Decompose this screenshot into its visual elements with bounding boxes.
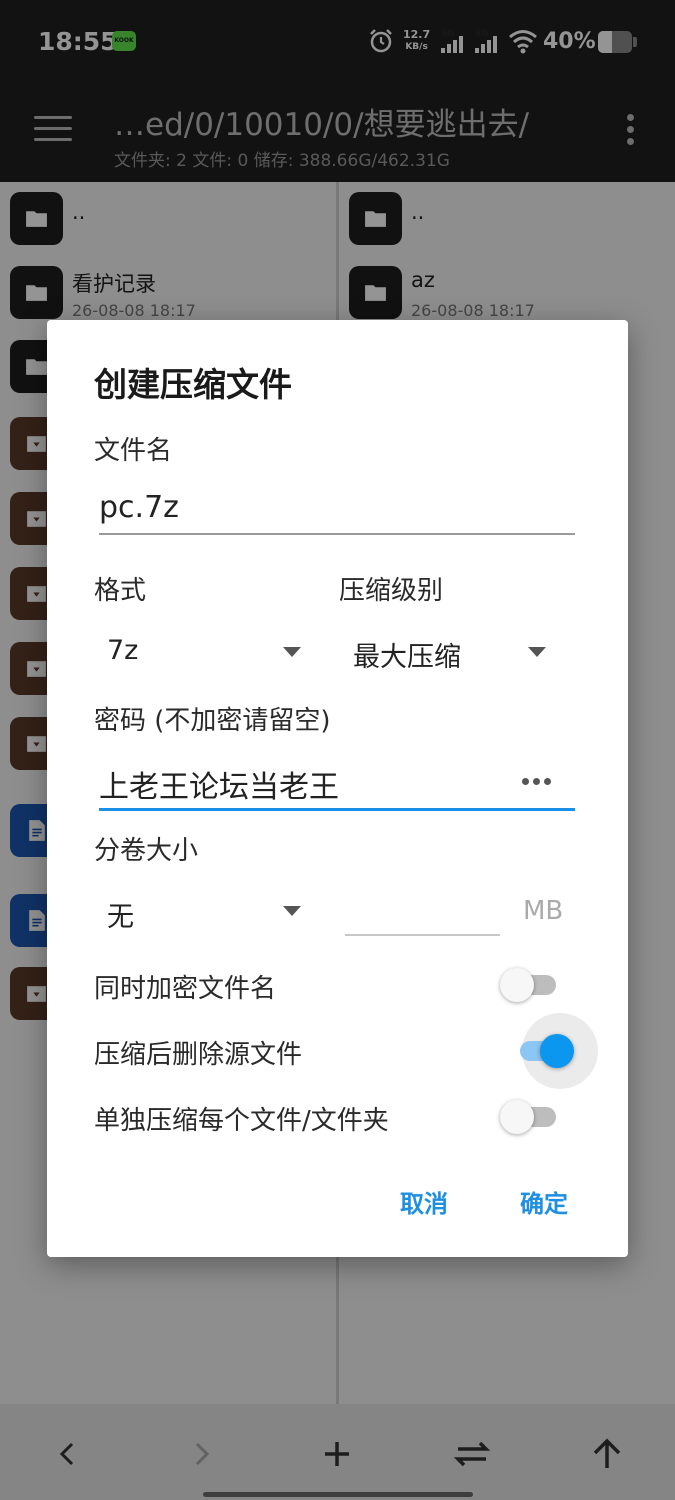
option-label: 压缩后删除源文件	[94, 1040, 303, 1070]
dialog-title: 创建压缩文件	[94, 365, 292, 404]
filename-label: 文件名	[94, 436, 173, 466]
more-horiz-icon[interactable]	[522, 778, 551, 785]
volume-size-label: 分卷大小	[94, 836, 199, 866]
chevron-down-icon	[283, 647, 301, 657]
compression-level-label: 压缩级别	[339, 576, 444, 606]
chevron-down-icon	[528, 647, 546, 657]
create-archive-dialog: 创建压缩文件 文件名 pc.7z 格式 压缩级别 7z 最大压缩 密码 (不加密…	[47, 320, 628, 1257]
password-label: 密码 (不加密请留空)	[94, 706, 331, 736]
format-label: 格式	[94, 576, 147, 606]
cancel-button[interactable]: 取消	[400, 1184, 448, 1219]
chevron-down-icon	[283, 906, 301, 916]
encrypt-filenames-toggle[interactable]	[500, 964, 564, 1004]
volume-size-input[interactable]	[347, 895, 497, 931]
option-label: 同时加密文件名	[94, 974, 277, 1004]
separate-archives-toggle[interactable]	[500, 1096, 564, 1136]
option-label: 单独压缩每个文件/文件夹	[94, 1106, 389, 1136]
password-input[interactable]: 上老王论坛当老王	[99, 762, 339, 806]
ok-button[interactable]: 确定	[520, 1184, 568, 1219]
delete-source-toggle[interactable]	[512, 1013, 598, 1089]
filename-input[interactable]: pc.7z	[99, 490, 179, 525]
volume-unit: MB	[523, 896, 564, 926]
